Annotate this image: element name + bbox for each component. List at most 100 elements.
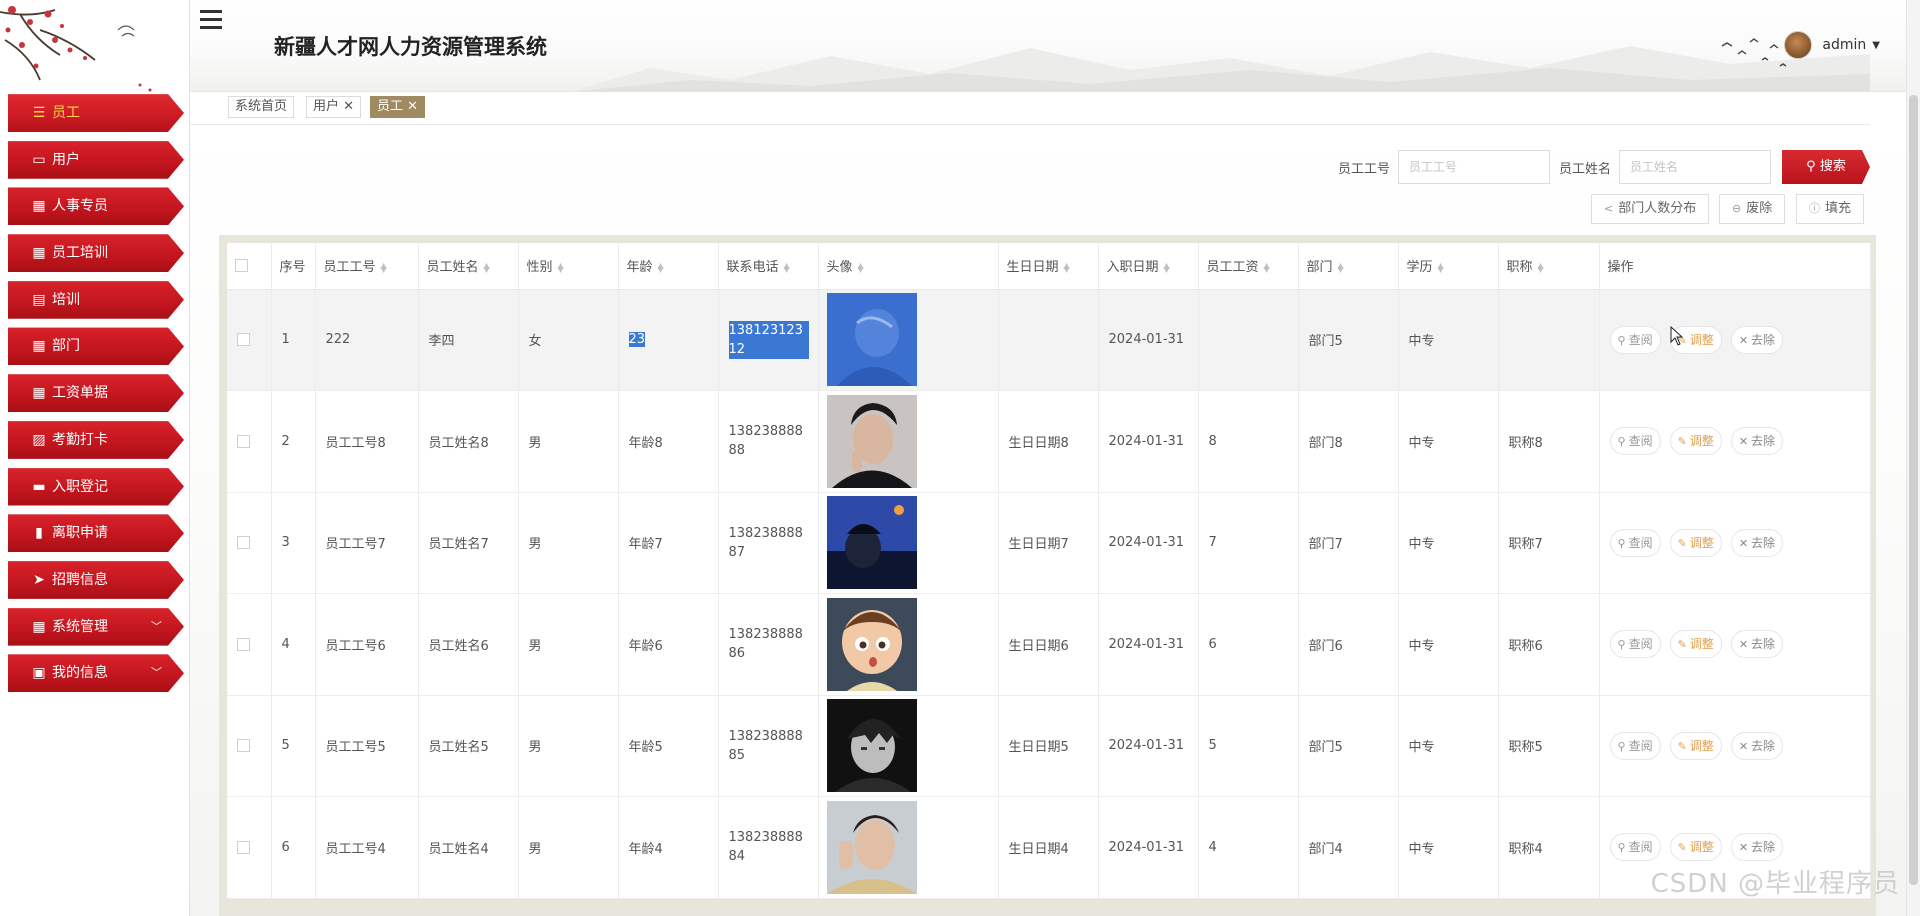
- remove-button[interactable]: ✕ 去除: [1730, 528, 1784, 557]
- sort-icon[interactable]: ▲ ▼: [784, 261, 790, 273]
- column-header[interactable]: 入职日期 ▲ ▼: [1098, 243, 1199, 290]
- cell-photo: [818, 492, 999, 594]
- edit-button[interactable]: ✎ 调整: [1669, 427, 1722, 456]
- remove-button[interactable]: ✕ 去除: [1730, 427, 1784, 456]
- row-select-cell: [227, 492, 272, 594]
- sort-icon[interactable]: ▲ ▼: [381, 261, 387, 273]
- column-header[interactable]: 联系电话 ▲ ▼: [718, 243, 819, 290]
- sidebar-item-label: 离职申请: [52, 525, 108, 542]
- grid-icon: ▦: [32, 245, 46, 262]
- sort-icon[interactable]: ▲ ▼: [558, 261, 564, 273]
- table-row[interactable]: 1 222 李四女 23 13812312312 2024-01-31 部门5 中专 ⚲ 查阅 ✎ 调…: [227, 289, 1871, 391]
- row-checkbox[interactable]: [237, 536, 250, 550]
- sidebar-item-7[interactable]: ▨ 考勤打卡: [8, 420, 184, 459]
- sidebar-item-0[interactable]: ☰ 员工: [8, 94, 184, 132]
- column-header[interactable]: 部门 ▲ ▼: [1298, 243, 1399, 290]
- cell-text: 生日日期8: [1008, 435, 1069, 451]
- emp-name-input[interactable]: [1619, 150, 1772, 184]
- sort-icon[interactable]: ▲ ▼: [1264, 261, 1270, 273]
- sidebar-item-3[interactable]: ▦ 员工培训: [8, 234, 184, 273]
- table-row[interactable]: 4 员工工号6 员工姓名6 男 年龄6 13823888886 生日日期6 2024-01-3…: [227, 593, 1871, 696]
- sidebar-item-label: 员工培训: [52, 245, 108, 262]
- row-checkbox[interactable]: [237, 637, 250, 651]
- sidebar-item-12[interactable]: ▣ 我的信息 ﹀: [8, 654, 184, 693]
- edit-button[interactable]: ✎ 调整: [1669, 833, 1722, 862]
- tab-users[interactable]: 用户 ✕: [306, 96, 362, 118]
- dept-distribution-button[interactable]: < 部门人数分布: [1591, 194, 1710, 224]
- table-row[interactable]: 5 员工工号5 员工姓名5 男 年龄5 13823888885 生日日期5 2024-01-3…: [227, 695, 1871, 797]
- tab-employees[interactable]: 员工 ✕: [370, 96, 426, 118]
- column-header[interactable]: 头像 ▲ ▼: [818, 243, 999, 290]
- sidebar-item-4[interactable]: ▤ 培训: [8, 280, 184, 319]
- remove-button[interactable]: ✕ 去除: [1730, 630, 1784, 659]
- view-button[interactable]: ⚲ 查阅: [1609, 528, 1661, 557]
- delete-button[interactable]: ⊖ 废除: [1719, 194, 1786, 224]
- sidebar-item-2[interactable]: ▦ 人事专员: [8, 187, 184, 226]
- view-button[interactable]: ⚲ 查阅: [1609, 427, 1661, 456]
- sidebar-item-11[interactable]: ▦ 系统管理 ﹀: [8, 607, 184, 646]
- view-label: 查阅: [1628, 637, 1653, 652]
- emp-no-input[interactable]: [1398, 150, 1551, 184]
- column-header[interactable]: 生日日期 ▲ ▼: [998, 243, 1099, 290]
- sidebar-item-9[interactable]: ▮ 离职申请: [8, 514, 184, 553]
- remove-button[interactable]: ✕ 去除: [1730, 731, 1784, 760]
- sort-icon[interactable]: ▲ ▼: [1064, 261, 1070, 273]
- row-checkbox[interactable]: [237, 840, 250, 854]
- column-header[interactable]: 年龄 ▲ ▼: [618, 243, 719, 290]
- cell-text: 1: [281, 332, 290, 348]
- tab-home[interactable]: 系统首页: [228, 96, 295, 118]
- column-header[interactable]: 性别 ▲ ▼: [518, 243, 619, 290]
- scrollbar-thumb[interactable]: [1909, 95, 1918, 885]
- sidebar-item-1[interactable]: ▭ 用户: [8, 140, 184, 179]
- sort-icon[interactable]: ▲ ▼: [1164, 261, 1170, 273]
- cell-text: 部门7: [1308, 537, 1343, 553]
- view-button[interactable]: ⚲ 查阅: [1609, 731, 1661, 760]
- row-checkbox[interactable]: [237, 739, 250, 753]
- row-checkbox[interactable]: [237, 333, 250, 347]
- cell-text: 生日日期7: [1008, 537, 1069, 553]
- select-all-checkbox[interactable]: [235, 259, 248, 273]
- page-scrollbar[interactable]: [1906, 0, 1920, 916]
- view-label: 查阅: [1628, 332, 1653, 347]
- cell-age: 年龄4: [618, 796, 719, 899]
- table-row[interactable]: 2 员工工号8 员工姓名8 男 年龄8 13823888888 生日日期8 2024-01-3…: [227, 390, 1871, 493]
- sort-icon[interactable]: ▲ ▼: [1338, 261, 1344, 273]
- view-button[interactable]: ⚲ 查阅: [1609, 630, 1661, 659]
- cell-text: 员工工号7: [325, 537, 386, 553]
- cell-text: 员工姓名7: [428, 537, 489, 553]
- view-button[interactable]: ⚲ 查阅: [1609, 325, 1661, 354]
- table-row[interactable]: 6 员工工号4 员工姓名4 男 年龄4 13823888884 生日日期4 2024-01-3…: [227, 796, 1871, 899]
- cell-photo: [818, 390, 999, 493]
- view-button[interactable]: ⚲ 查阅: [1609, 833, 1661, 862]
- sort-icon[interactable]: ▲ ▼: [858, 261, 864, 273]
- column-header[interactable]: 员工姓名 ▲ ▼: [418, 243, 519, 290]
- sidebar-item-8[interactable]: ▬ 入职登记: [8, 467, 184, 506]
- column-header[interactable]: 职称 ▲ ▼: [1498, 243, 1600, 290]
- cell-text: 部门8: [1308, 435, 1343, 451]
- column-header[interactable]: 学历 ▲ ▼: [1398, 243, 1499, 290]
- menu-toggle-icon[interactable]: [200, 10, 224, 30]
- sidebar-item-5[interactable]: ▦ 部门: [8, 327, 184, 366]
- remove-button[interactable]: ✕ 去除: [1730, 833, 1784, 862]
- remove-button[interactable]: ✕ 去除: [1730, 325, 1784, 354]
- employee-photo: [826, 800, 917, 894]
- sort-icon[interactable]: ▲ ▼: [658, 261, 664, 273]
- fill-button[interactable]: ⓘ 填充: [1796, 194, 1865, 224]
- sort-icon[interactable]: ▲ ▼: [1438, 261, 1444, 273]
- search-emp-name-group: 员工姓名: [1559, 150, 1772, 184]
- edit-button[interactable]: ✎ 调整: [1669, 731, 1722, 760]
- sort-icon[interactable]: ▲ ▼: [1538, 261, 1544, 273]
- edit-button[interactable]: ✎ 调整: [1669, 630, 1722, 659]
- grid-icon: ▦: [32, 338, 46, 355]
- column-header[interactable]: 员工工资 ▲ ▼: [1198, 243, 1299, 290]
- edit-button[interactable]: ✎ 调整: [1669, 528, 1722, 557]
- sort-icon[interactable]: ▲ ▼: [484, 261, 490, 273]
- sidebar-item-10[interactable]: ➤ 招聘信息: [8, 560, 184, 599]
- column-header[interactable]: 员工工号 ▲ ▼: [315, 243, 419, 290]
- sidebar-item-6[interactable]: ▦ 工资单据: [8, 374, 184, 413]
- row-checkbox[interactable]: [237, 434, 250, 448]
- table-row[interactable]: 3 员工工号7 员工姓名7 男 年龄7 13823888887 生日日期7 2024-01-3…: [227, 492, 1871, 594]
- search-button[interactable]: ⚲ 搜索: [1782, 150, 1870, 184]
- emp-name-label: 员工姓名: [1559, 161, 1612, 177]
- user-menu[interactable]: admin ▼: [1784, 30, 1880, 60]
